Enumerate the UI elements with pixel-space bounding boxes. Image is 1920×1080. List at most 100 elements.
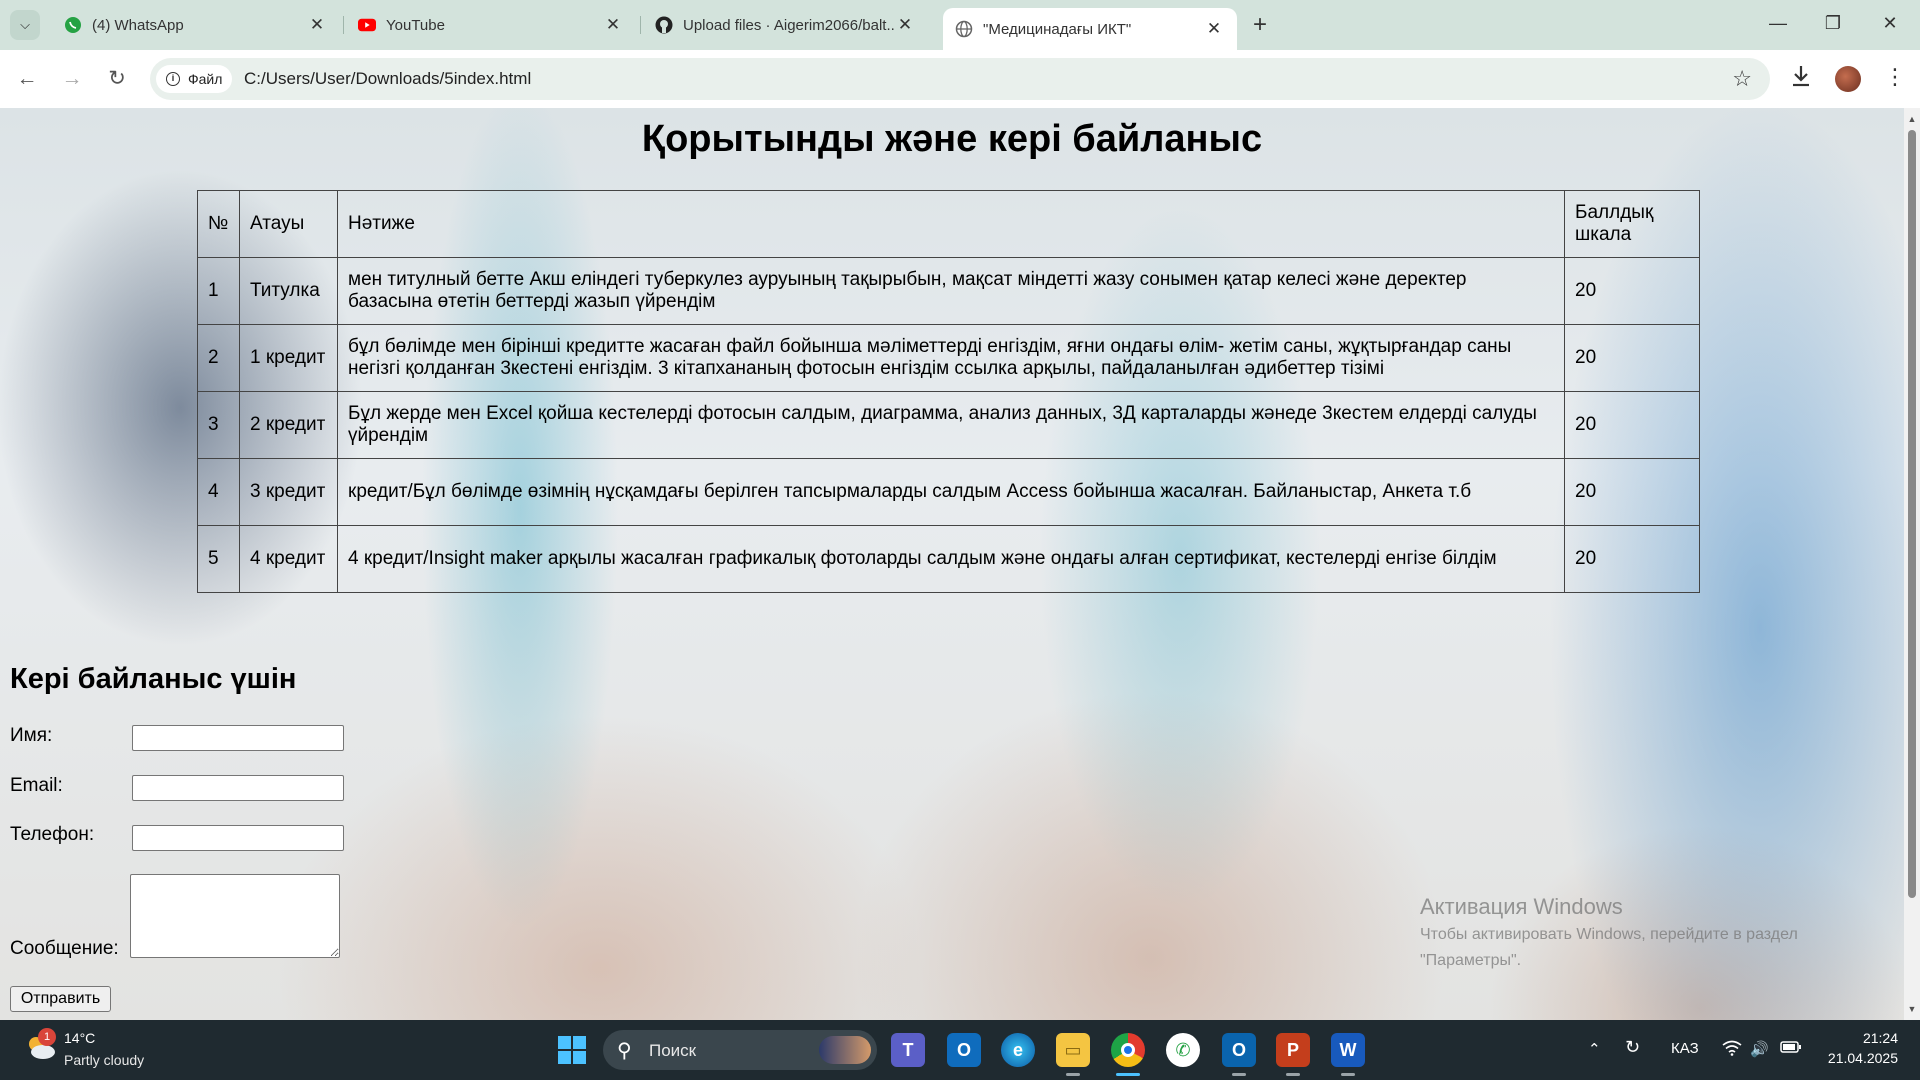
weather-description[interactable]: Partly cloudy xyxy=(64,1052,144,1068)
globe-icon xyxy=(955,20,973,38)
page-viewport: Қорытынды және кері байланыс № Атауы Нәт… xyxy=(0,108,1904,1020)
running-indicator xyxy=(1286,1073,1300,1076)
system-clock[interactable]: 21:24 21.04.2025 xyxy=(1818,1030,1898,1066)
row-score: 20 xyxy=(1564,458,1700,526)
close-icon[interactable]: ✕ xyxy=(308,15,326,35)
info-icon: i xyxy=(166,72,180,86)
active-indicator xyxy=(1116,1073,1140,1076)
close-icon[interactable]: ✕ xyxy=(1205,19,1223,39)
weather-temperature[interactable]: 14°C xyxy=(64,1030,95,1046)
back-button[interactable]: ← xyxy=(12,64,42,94)
teams-icon[interactable]: T xyxy=(891,1033,925,1067)
tab-title: Upload files · Aigerim2066/balt... xyxy=(683,16,896,34)
row-result: бұл бөлімде мен бірінші кредитте жасаған… xyxy=(337,324,1565,392)
language-indicator[interactable]: КАЗ xyxy=(1671,1040,1699,1057)
tab-whatsapp[interactable]: (4) WhatsApp ✕ xyxy=(52,8,340,42)
chevron-up-icon[interactable]: ⌃ xyxy=(1588,1040,1601,1058)
column-header: № xyxy=(197,190,240,258)
tab-search-button[interactable]: ⌵ xyxy=(10,10,40,40)
restore-button[interactable]: ❐ xyxy=(1813,8,1853,38)
row-result: мен титулный бетте Акш еліндегі туберкул… xyxy=(337,257,1565,325)
tab-separator xyxy=(343,16,344,34)
close-icon[interactable]: ✕ xyxy=(604,15,622,35)
table-row: 1 Титулка мен титулный бетте Акш еліндег… xyxy=(197,257,1700,325)
feedback-title: Кері байланыс үшін xyxy=(10,663,297,695)
page-title: Қорытынды және кері байланыс xyxy=(641,118,1263,160)
site-info-chip[interactable]: i Файл xyxy=(156,65,233,93)
submit-button[interactable]: Отправить xyxy=(10,986,111,1012)
powerpoint-icon[interactable]: P xyxy=(1276,1033,1310,1067)
scrollbar-thumb[interactable] xyxy=(1908,130,1916,898)
window-close-button[interactable]: ✕ xyxy=(1870,8,1910,38)
address-bar[interactable]: i Файл C:/Users/User/Downloads/5index.ht… xyxy=(150,58,1770,100)
tab-github[interactable]: Upload files · Aigerim2066/balt... ✕ xyxy=(643,8,928,42)
outlook-icon[interactable]: O xyxy=(1222,1033,1256,1067)
close-icon[interactable]: ✕ xyxy=(896,15,914,35)
scroll-up-icon[interactable]: ▲ xyxy=(1907,114,1917,124)
tab-separator xyxy=(640,16,641,34)
chip-label: Файл xyxy=(188,71,223,87)
minimize-button[interactable]: — xyxy=(1758,8,1798,38)
row-name: Титулка xyxy=(239,257,338,325)
tab-title: (4) WhatsApp xyxy=(92,16,184,34)
tab-youtube[interactable]: YouTube ✕ xyxy=(346,8,636,42)
page-scrollbar[interactable]: ▲ ▼ xyxy=(1904,108,1920,1020)
row-number: 3 xyxy=(197,391,240,459)
tab-title: YouTube xyxy=(386,16,445,34)
windows-start-icon[interactable] xyxy=(555,1033,589,1067)
edge-icon[interactable]: e xyxy=(1001,1033,1035,1067)
volume-icon[interactable]: 🔊 xyxy=(1750,1040,1769,1058)
file-explorer-icon[interactable]: ▭ xyxy=(1056,1033,1090,1067)
activation-watermark-text: "Параметры". xyxy=(1420,952,1522,969)
bookmark-star-icon[interactable]: ☆ xyxy=(1732,66,1752,92)
results-table: № Атауы Нәтиже Баллдық шкала 1 Титулка м… xyxy=(197,190,1700,593)
column-header: Нәтиже xyxy=(337,190,1565,258)
table-row: 3 2 кредит Бұл жерде мен Excel қойша кес… xyxy=(197,391,1700,459)
clock-date: 21.04.2025 xyxy=(1827,1050,1898,1066)
row-score: 20 xyxy=(1564,324,1700,392)
message-textarea[interactable] xyxy=(130,874,340,958)
download-icon[interactable] xyxy=(1790,64,1812,94)
chrome-icon[interactable] xyxy=(1111,1033,1145,1067)
row-name: 2 кредит xyxy=(239,391,338,459)
row-name: 1 кредит xyxy=(239,324,338,392)
table-row: 5 4 кредит 4 кредит/Insight maker арқылы… xyxy=(197,525,1700,593)
wifi-icon[interactable] xyxy=(1722,1040,1742,1060)
row-result: кредит/Бұл бөлімде өзімнің нұсқамдағы бе… xyxy=(337,458,1565,526)
search-placeholder: Поиск xyxy=(649,1041,697,1060)
phone-input[interactable] xyxy=(132,825,344,851)
row-result: Бұл жерде мен Excel қойша кестелерді фот… xyxy=(337,391,1565,459)
row-number: 2 xyxy=(197,324,240,392)
name-input[interactable] xyxy=(132,725,344,751)
row-number: 5 xyxy=(197,525,240,593)
url-text[interactable]: C:/Users/User/Downloads/5index.html xyxy=(244,69,531,89)
whatsapp-icon xyxy=(64,16,82,34)
profile-avatar[interactable] xyxy=(1835,66,1861,92)
outlook-new-icon[interactable]: O xyxy=(947,1033,981,1067)
word-icon[interactable]: W xyxy=(1331,1033,1365,1067)
row-score: 20 xyxy=(1564,257,1700,325)
message-label: Сообщение: xyxy=(10,938,119,959)
email-input[interactable] xyxy=(132,775,344,801)
search-highlight-image xyxy=(819,1036,871,1064)
chevron-down-icon: ⌵ xyxy=(20,17,30,32)
tab-active-page[interactable]: "Медицинадағы ИКТ" ✕ xyxy=(943,8,1237,50)
windows-taskbar: 1 14°C Partly cloudy ⚲ Поиск T O e ▭ ✆ O… xyxy=(0,1020,1920,1080)
taskbar-search[interactable]: ⚲ Поиск xyxy=(603,1030,877,1070)
whatsapp-icon[interactable]: ✆ xyxy=(1166,1033,1200,1067)
scroll-down-icon[interactable]: ▼ xyxy=(1907,1004,1917,1014)
row-number: 4 xyxy=(197,458,240,526)
browser-toolbar: ← → ↻ i Файл C:/Users/User/Downloads/5in… xyxy=(0,50,1920,108)
more-menu-icon[interactable]: ⋮ xyxy=(1884,64,1906,90)
running-indicator xyxy=(1232,1073,1246,1076)
row-number: 1 xyxy=(197,257,240,325)
forward-button[interactable]: → xyxy=(57,64,87,94)
reload-button[interactable]: ↻ xyxy=(102,64,132,94)
new-tab-button[interactable]: + xyxy=(1246,12,1274,40)
activation-watermark-text: Чтобы активировать Windows, перейдите в … xyxy=(1420,926,1798,943)
phone-label: Телефон: xyxy=(10,824,95,845)
sync-icon[interactable]: ↻ xyxy=(1625,1037,1640,1058)
email-label: Email: xyxy=(10,775,63,796)
battery-icon[interactable] xyxy=(1780,1040,1802,1058)
tab-bar: ⌵ (4) WhatsApp ✕ YouTube ✕ Upload files … xyxy=(0,0,1920,50)
